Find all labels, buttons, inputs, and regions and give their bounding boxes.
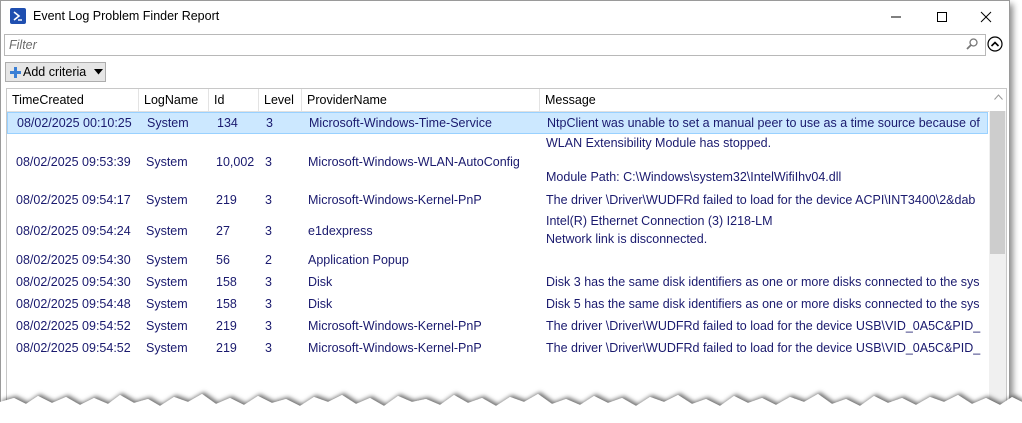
scrollbar-thumb[interactable] <box>990 111 1005 254</box>
cell-message: Network link is disconnected. <box>546 232 708 246</box>
cell-message: The driver \Driver\WUDFRd failed to load… <box>546 193 976 207</box>
column-header-providername[interactable]: ProviderName <box>302 89 540 111</box>
cell-timecreated: 08/02/2025 09:54:52 <box>16 341 131 355</box>
torn-edge-effect <box>0 394 1022 423</box>
cell-logname: System <box>147 116 189 130</box>
cell-id: 134 <box>217 116 238 130</box>
table-row[interactable]: 08/02/2025 09:54:48 System 158 3 Disk Disk 5 … <box>7 294 988 316</box>
cell-logname: System <box>146 193 188 207</box>
minimize-button[interactable] <box>873 1 919 32</box>
table-row[interactable]: 08/02/2025 09:54:52 System 219 3 Microsoft-W… <box>7 338 988 360</box>
table-row[interactable]: 08/02/2025 00:10:25 System 134 3 Microsoft-W… <box>7 112 988 134</box>
cell-timecreated: 08/02/2025 09:54:30 <box>16 275 131 289</box>
cell-id: 56 <box>216 253 230 267</box>
column-header-row: TimeCreated LogName Id Level ProviderNam… <box>7 89 1006 112</box>
cell-id: 219 <box>216 193 237 207</box>
cell-id: 158 <box>216 297 237 311</box>
table-row[interactable]: 08/02/2025 09:54:24 System 27 3 e1dexpress In… <box>7 212 988 250</box>
close-icon <box>980 11 992 23</box>
cell-timecreated: 08/02/2025 09:54:48 <box>16 297 131 311</box>
cell-message: Disk 3 has the same disk identifiers as … <box>546 275 980 289</box>
cell-providername: Application Popup <box>308 253 409 267</box>
cell-logname: System <box>146 319 188 333</box>
table-row[interactable]: 08/02/2025 09:54:17 System 219 3 Microsoft-W… <box>7 190 988 212</box>
column-header-message[interactable]: Message <box>540 89 989 111</box>
cell-providername: Microsoft-Windows-Time-Service <box>309 116 492 130</box>
powershell-icon <box>10 8 26 24</box>
cell-providername: Microsoft-Windows-Kernel-PnP <box>308 193 482 207</box>
cell-level: 3 <box>265 224 272 238</box>
table-row[interactable]: 08/02/2025 09:54:30 System 158 3 Disk Disk 3 … <box>7 272 988 294</box>
cell-timecreated: 08/02/2025 00:10:25 <box>17 116 132 130</box>
cell-logname: System <box>146 275 188 289</box>
cell-timecreated: 08/02/2025 09:54:17 <box>16 193 131 207</box>
cell-level: 3 <box>265 275 272 289</box>
column-header-timecreated[interactable]: TimeCreated <box>7 89 139 111</box>
cell-level: 3 <box>265 341 272 355</box>
cell-timecreated: 08/02/2025 09:54:24 <box>16 224 131 238</box>
scroll-up-icon[interactable] <box>994 94 1003 100</box>
cell-providername: e1dexpress <box>308 224 373 238</box>
cell-level: 3 <box>265 297 272 311</box>
cell-id: 10,002 <box>216 155 255 169</box>
minimize-icon <box>891 16 901 18</box>
column-header-id[interactable]: Id <box>209 89 259 111</box>
cell-providername: Disk <box>308 297 333 311</box>
cell-providername: Microsoft-Windows-Kernel-PnP <box>308 319 482 333</box>
plus-icon <box>10 67 21 78</box>
cell-logname: System <box>146 341 188 355</box>
filter-box <box>4 34 986 56</box>
cell-message: Disk 5 has the same disk identifiers as … <box>546 297 980 311</box>
cell-level: 3 <box>265 319 272 333</box>
event-log-window: Event Log Problem Finder Report Add crit… <box>0 0 1010 412</box>
cell-logname: System <box>146 224 188 238</box>
cell-providername: Microsoft-Windows-Kernel-PnP <box>308 341 482 355</box>
cell-timecreated: 08/02/2025 09:54:30 <box>16 253 131 267</box>
cell-timecreated: 08/02/2025 09:54:52 <box>16 319 131 333</box>
cell-level: 3 <box>266 116 273 130</box>
maximize-icon <box>937 12 947 22</box>
cell-id: 219 <box>216 319 237 333</box>
column-header-level[interactable]: Level <box>259 89 302 111</box>
add-criteria-label: Add criteria <box>23 65 87 79</box>
vertical-scrollbar[interactable] <box>989 111 1006 411</box>
cell-message: The driver \Driver\WUDFRd failed to load… <box>546 341 981 355</box>
cell-logname: System <box>146 297 188 311</box>
cell-message: NtpClient was unable to set a manual pee… <box>547 116 980 130</box>
cell-level: 3 <box>265 193 272 207</box>
close-button[interactable] <box>963 1 1009 32</box>
maximize-button[interactable] <box>919 1 965 32</box>
add-criteria-button[interactable]: Add criteria <box>5 62 106 82</box>
table-row[interactable]: 08/02/2025 09:54:30 System 56 2 Application … <box>7 250 988 272</box>
cell-message: Intel(R) Ethernet Connection (3) I218-LM <box>546 214 773 228</box>
cell-message: Module Path: C:\Windows\system32\IntelWi… <box>546 170 842 184</box>
column-header-logname[interactable]: LogName <box>139 89 209 111</box>
cell-id: 27 <box>216 224 230 238</box>
cell-id: 158 <box>216 275 237 289</box>
collapse-filter-icon[interactable] <box>987 36 1003 52</box>
cell-level: 2 <box>265 253 272 267</box>
cell-message: The driver \Driver\WUDFRd failed to load… <box>546 319 981 333</box>
window-title: Event Log Problem Finder Report <box>33 9 220 23</box>
chevron-down-icon <box>94 69 103 75</box>
cell-level: 3 <box>265 155 272 169</box>
cell-logname: System <box>146 253 188 267</box>
table-row[interactable]: 08/02/2025 09:53:39 System 10,002 3 Microsof… <box>7 134 988 190</box>
cell-timecreated: 08/02/2025 09:53:39 <box>16 155 131 169</box>
filter-input[interactable] <box>9 36 949 53</box>
search-icon[interactable] <box>965 37 979 51</box>
results-grid: TimeCreated LogName Id Level ProviderNam… <box>6 88 1007 411</box>
title-bar[interactable]: Event Log Problem Finder Report <box>1 1 1009 32</box>
table-row[interactable]: 08/02/2025 09:54:52 System 219 3 Microsoft-W… <box>7 316 988 338</box>
cell-logname: System <box>146 155 188 169</box>
cell-id: 219 <box>216 341 237 355</box>
cell-message: WLAN Extensibility Module has stopped. <box>546 136 772 150</box>
cell-providername: Disk <box>308 275 333 289</box>
cell-providername: Microsoft-Windows-WLAN-AutoConfig <box>308 155 520 169</box>
